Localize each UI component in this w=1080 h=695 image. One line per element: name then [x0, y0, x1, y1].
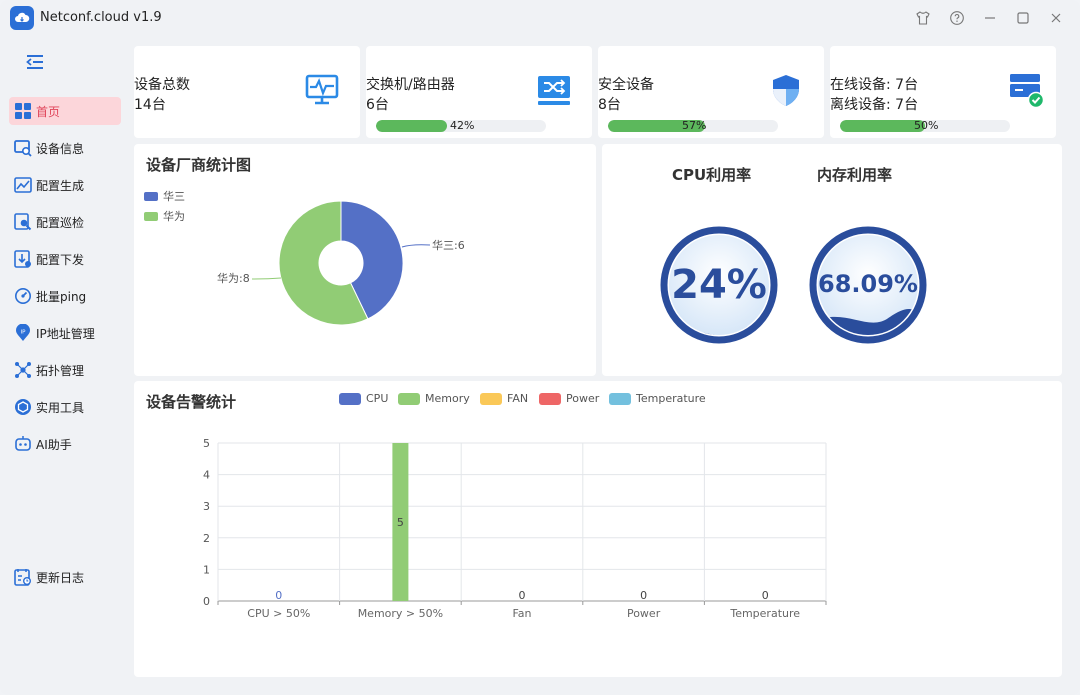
y-tick-label: 0: [203, 595, 210, 608]
usage-gauges: 24% 68.09%: [660, 226, 927, 344]
monitor-icon: [304, 72, 340, 108]
sidebar-item-label: 配置下发: [36, 252, 85, 267]
svg-text:IP: IP: [21, 330, 27, 336]
sidebar-item-label: 配置生成: [36, 178, 85, 193]
bar-value-label: 0: [640, 589, 647, 602]
stat-label: 交换机/路由器: [366, 77, 455, 93]
sidebar-item-label: IP地址管理: [36, 326, 95, 341]
bar-value-label: 5: [397, 516, 404, 529]
shirt-icon[interactable]: [913, 8, 933, 28]
stat-value: 8台: [598, 97, 621, 113]
progress-text: 57%: [682, 119, 707, 132]
sidebar-item-home[interactable]: 首页: [9, 97, 121, 125]
cpu-gauge: 24%: [660, 226, 778, 344]
bar-value-label: 0: [519, 589, 526, 602]
y-tick-label: 4: [203, 469, 210, 482]
x-tick-label: CPU > 50%: [247, 607, 310, 620]
pie-label-huawei: 华为:8: [217, 271, 250, 285]
sidebar-item-ai-assistant[interactable]: AI助手: [9, 430, 121, 458]
progress-text: 42%: [450, 119, 475, 132]
x-tick-label: Memory > 50%: [358, 607, 443, 620]
sidebar-item-config-generate[interactable]: 配置生成: [9, 171, 121, 199]
sidebar-item-changelog[interactable]: 更新日志: [9, 563, 121, 591]
tools-icon: [14, 398, 32, 416]
vendor-pie-chart: 华三:6 华为:8: [217, 200, 465, 326]
y-tick-label: 2: [203, 532, 210, 545]
sidebar-item-label: 实用工具: [36, 400, 85, 415]
sidebar-item-label: AI助手: [36, 437, 72, 452]
pie-label-h3c: 华三:6: [432, 238, 465, 252]
y-tick-label: 5: [203, 437, 210, 450]
sidebar-item-config-deploy[interactable]: 配置下发: [9, 245, 121, 273]
config-deploy-icon: [14, 250, 32, 268]
progress-fill: [840, 120, 925, 132]
stat-label: 安全设备: [598, 77, 654, 93]
sidebar-item-tools[interactable]: 实用工具: [9, 393, 121, 421]
x-tick-label: Power: [627, 607, 661, 620]
vendor-chart-card: 设备厂商统计图 华三 华为 华三:6 华为:8: [134, 144, 596, 376]
sidebar-item-label: 设备信息: [36, 141, 85, 156]
title-bar: Netconf.cloud v1.9: [0, 0, 1080, 36]
dashboard-icon: [14, 102, 32, 120]
label-line-h3c: [401, 244, 431, 248]
bar-value-label: 0: [275, 589, 282, 602]
sidebar-item-batch-ping[interactable]: 批量ping: [9, 282, 121, 310]
y-tick-label: 3: [203, 500, 210, 513]
topology-icon: [14, 361, 32, 379]
cloud-logo-icon: [10, 6, 34, 30]
stat-value: 14台: [134, 97, 166, 113]
server-online-icon: [1008, 72, 1045, 109]
sidebar-item-topology[interactable]: 拓扑管理: [9, 356, 121, 384]
stat-value: 离线设备: 7台: [830, 97, 919, 113]
stat-label: 在线设备: 7台: [830, 77, 919, 93]
y-tick-label: 1: [203, 563, 210, 576]
sidebar-item-config-inspect[interactable]: 配置巡检: [9, 208, 121, 236]
config-inspect-icon: [14, 213, 32, 231]
x-tick-label: Fan: [512, 607, 531, 620]
ai-assistant-icon: [14, 435, 32, 453]
usage-gauges-card: CPU利用率 内存利用率 24% 68.09%: [602, 144, 1062, 376]
app-window: Netconf.cloud v1.9 首页 设备信息 配置生成 配置巡检 配置下…: [0, 0, 1080, 695]
config-generate-icon: [14, 176, 32, 194]
stat-value: 6台: [366, 97, 389, 113]
device-info-icon: [14, 139, 32, 157]
ping-icon: [14, 287, 32, 305]
stat-card-security-devices: 安全设备 8台 57%: [598, 46, 824, 138]
alarm-chart-card: 设备告警统计 CPU Memory FAN Power Temperature …: [134, 381, 1062, 677]
progress-text: 50%: [914, 119, 939, 132]
alarm-bar-chart: 0 1 2 3 4 5 CPU > 50% Memory > 50% Fan Power Tempe…: [203, 437, 827, 620]
sidebar-item-label: 配置巡检: [36, 215, 85, 230]
stat-card-total-devices: 设备总数 14台: [134, 46, 360, 138]
sidebar-item-label: 首页: [36, 104, 61, 119]
stat-label: 设备总数: [134, 77, 190, 93]
memory-gauge-value: 68.09%: [818, 270, 918, 298]
x-tick-label: Temperature: [729, 607, 800, 620]
changelog-icon: [14, 568, 32, 586]
menu-collapse-icon[interactable]: [24, 52, 46, 72]
label-line-huawei: [251, 277, 282, 280]
sidebar-item-label: 拓扑管理: [36, 363, 85, 378]
stat-card-switch-router: 交换机/路由器 6台 42%: [366, 46, 592, 138]
shield-icon: [768, 72, 804, 108]
help-icon[interactable]: [947, 8, 967, 28]
sidebar-item-device-info[interactable]: 设备信息: [9, 134, 121, 162]
bar-value-label: 0: [762, 589, 769, 602]
memory-gauge: 68.09%: [809, 226, 927, 344]
minimize-icon[interactable]: [980, 8, 1000, 28]
app-title: Netconf.cloud v1.9: [40, 10, 162, 25]
stat-card-online-devices: 在线设备: 7台 离线设备: 7台 50%: [830, 46, 1056, 138]
close-icon[interactable]: [1046, 8, 1066, 28]
ip-pin-icon: IP: [14, 324, 32, 342]
cpu-gauge-value: 24%: [671, 262, 767, 308]
sidebar-item-label: 更新日志: [36, 570, 85, 585]
switch-icon: [536, 72, 572, 108]
sidebar: 首页 设备信息 配置生成 配置巡检 配置下发 批量ping IP IP地址管理 …: [0, 36, 132, 695]
maximize-icon[interactable]: [1013, 8, 1033, 28]
sidebar-item-ip-management[interactable]: IP IP地址管理: [9, 319, 121, 347]
progress-fill: [376, 120, 448, 132]
sidebar-item-label: 批量ping: [36, 289, 87, 304]
